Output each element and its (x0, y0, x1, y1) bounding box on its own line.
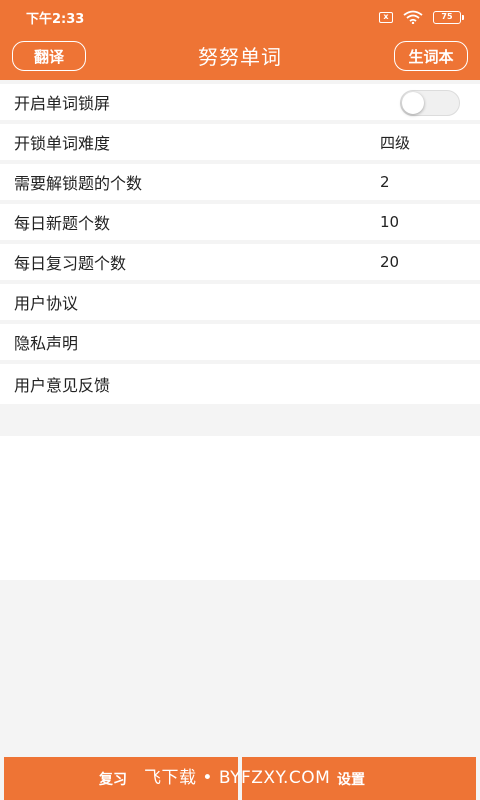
setting-user-feedback[interactable]: 用户意见反馈 (0, 364, 480, 404)
setting-value: 10 (380, 213, 400, 231)
setting-daily-review-count[interactable]: 每日复习题个数 20 (0, 244, 480, 284)
setting-unlock-question-count[interactable]: 需要解锁题的个数 2 (0, 164, 480, 204)
setting-value: 20 (380, 253, 400, 271)
setting-unlock-difficulty[interactable]: 开锁单词难度 四级 (0, 124, 480, 164)
battery-level: 75 (433, 10, 461, 24)
setting-label: 开锁单词难度 (14, 134, 111, 153)
toggle-knob (402, 92, 424, 114)
setting-privacy-statement[interactable]: 隐私声明 (0, 324, 480, 364)
setting-value: 四级 (380, 133, 411, 152)
setting-label: 每日复习题个数 (14, 254, 127, 273)
status-bar: 下午2:33 x 75 (0, 0, 480, 34)
setting-label: 用户协议 (14, 294, 79, 313)
lock-screen-toggle[interactable] (400, 90, 460, 116)
tab-review-label: 复习 (99, 771, 127, 788)
wifi-icon (403, 10, 423, 24)
translate-button[interactable]: 翻译 (12, 41, 86, 71)
setting-label: 每日新题个数 (14, 214, 111, 233)
settings-list: 开启单词锁屏 开锁单词难度 四级 需要解锁题的个数 2 每日新题个数 10 每日… (0, 84, 480, 404)
setting-lock-screen[interactable]: 开启单词锁屏 (0, 84, 480, 124)
sim-icon: x (379, 11, 393, 23)
setting-label: 用户意见反馈 (14, 376, 111, 395)
setting-label: 开启单词锁屏 (14, 94, 111, 113)
watermark: 飞下载 • BYFZXY.COM (144, 768, 331, 788)
setting-label: 需要解锁题的个数 (14, 174, 143, 193)
setting-value: 2 (380, 173, 390, 191)
battery-tip (462, 14, 464, 20)
setting-user-agreement[interactable]: 用户协议 (0, 284, 480, 324)
nav-bar: 努努单词 翻译 生词本 (0, 34, 480, 80)
battery-icon: 75 (433, 10, 464, 24)
setting-daily-new-count[interactable]: 每日新题个数 10 (0, 204, 480, 244)
status-icons: x 75 (379, 10, 464, 24)
vocab-book-button[interactable]: 生词本 (394, 41, 468, 71)
content-padding (0, 436, 480, 580)
status-time: 下午2:33 (26, 11, 85, 27)
setting-label: 隐私声明 (14, 334, 79, 353)
tab-settings-label: 设置 (337, 771, 365, 788)
